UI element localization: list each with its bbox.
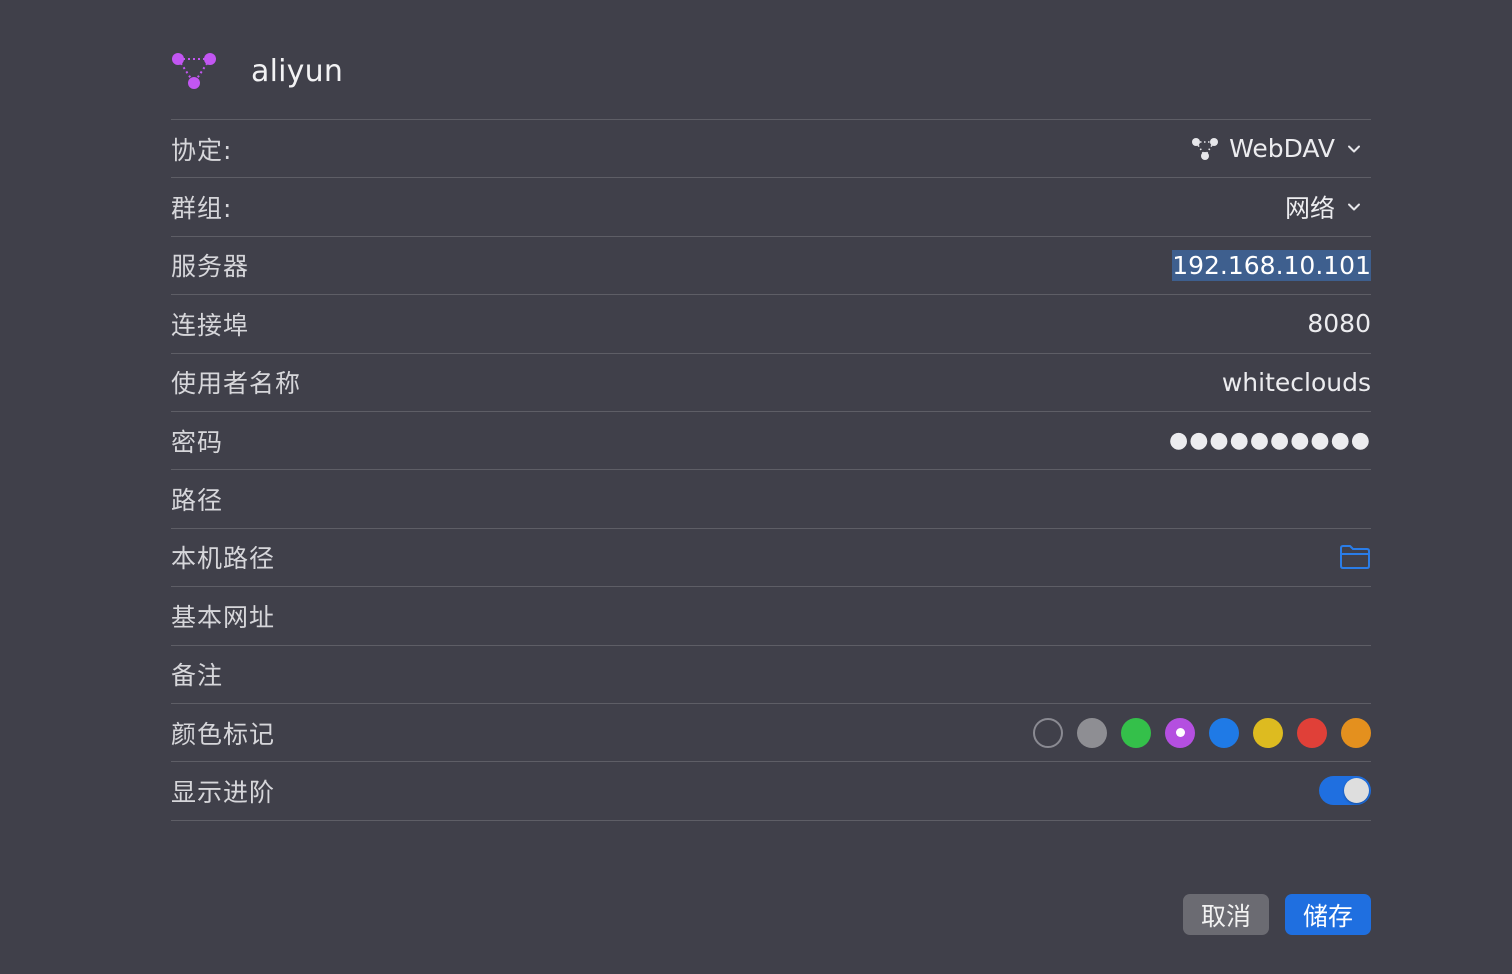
chevron-down-icon (1348, 203, 1360, 211)
connection-sheet: aliyun 协定: WebDAV 群组: 网络 服务器 192.168.10.… (0, 0, 1512, 974)
color-swatch-gray[interactable] (1077, 717, 1107, 748)
username-value[interactable]: whiteclouds (1222, 368, 1371, 397)
username-field[interactable]: whiteclouds (1222, 368, 1371, 397)
header: aliyun (171, 40, 1371, 102)
server-label: 服务器 (171, 252, 250, 282)
group-row: 群组: 网络 (171, 178, 1371, 237)
password-value[interactable]: ●●●●●●●●●● (1169, 428, 1371, 453)
port-label: 连接埠 (171, 310, 250, 340)
server-field[interactable]: 192.168.10.101 (1172, 249, 1371, 281)
color-swatch-purple[interactable] (1165, 717, 1195, 748)
password-label: 密码 (171, 427, 224, 457)
toggle-knob (1344, 778, 1369, 804)
server-row: 服务器 192.168.10.101 (171, 237, 1371, 296)
cancel-button[interactable]: 取消 (1183, 894, 1269, 935)
color-swatch-orange[interactable] (1341, 717, 1371, 748)
note-label: 备注 (171, 661, 224, 691)
port-value[interactable]: 8080 (1307, 309, 1371, 338)
base-url-row: 基本网址 (171, 587, 1371, 646)
color-tag-picker (1033, 717, 1371, 748)
group-label: 群组: (171, 194, 233, 224)
password-field[interactable]: ●●●●●●●●●● (1169, 428, 1371, 453)
username-row: 使用者名称 whiteclouds (171, 354, 1371, 412)
color-tag-label: 颜色标记 (171, 719, 276, 749)
path-row: 路径 (171, 470, 1371, 529)
path-label: 路径 (171, 486, 224, 516)
protocol-value: WebDAV (1229, 134, 1335, 164)
local-path-browse-button[interactable] (1339, 544, 1371, 570)
group-popup[interactable]: 网络 (1285, 189, 1361, 225)
port-field[interactable]: 8080 (1307, 309, 1371, 338)
username-label: 使用者名称 (171, 369, 302, 399)
color-swatch-red[interactable] (1297, 717, 1327, 748)
base-url-label: 基本网址 (171, 602, 276, 632)
color-swatch-green[interactable] (1121, 717, 1151, 748)
folder-icon[interactable] (1339, 544, 1371, 570)
show-advanced-label: 显示进阶 (171, 777, 276, 807)
show-advanced-toggle[interactable] (1319, 776, 1371, 806)
connection-form: 协定: WebDAV 群组: 网络 服务器 192.168.10.101 连接埠… (171, 119, 1371, 821)
connection-title[interactable]: aliyun (251, 54, 343, 89)
port-row: 连接埠 8080 (171, 295, 1371, 354)
webdav-network-icon (171, 40, 233, 102)
password-row: 密码 ●●●●●●●●●● (171, 412, 1371, 471)
local-path-label: 本机路径 (171, 544, 276, 574)
protocol-label: 协定: (171, 135, 233, 165)
color-swatch-none[interactable] (1033, 717, 1063, 748)
local-path-row: 本机路径 (171, 529, 1371, 588)
selected-indicator (1175, 728, 1185, 738)
webdav-icon (1192, 137, 1219, 160)
color-tag-row: 颜色标记 (171, 704, 1371, 763)
note-row: 备注 (171, 646, 1371, 704)
protocol-popup[interactable]: WebDAV (1191, 134, 1361, 163)
color-swatch-yellow[interactable] (1253, 717, 1283, 748)
save-button[interactable]: 储存 (1285, 894, 1371, 935)
show-advanced-row: 显示进阶 (171, 762, 1371, 821)
dialog-buttons: 取消 储存 (1183, 894, 1371, 935)
server-value[interactable]: 192.168.10.101 (1172, 249, 1371, 281)
color-swatch-blue[interactable] (1209, 717, 1239, 748)
chevron-down-icon (1348, 145, 1360, 153)
protocol-row: 协定: WebDAV (171, 120, 1371, 179)
group-value: 网络 (1284, 194, 1335, 224)
